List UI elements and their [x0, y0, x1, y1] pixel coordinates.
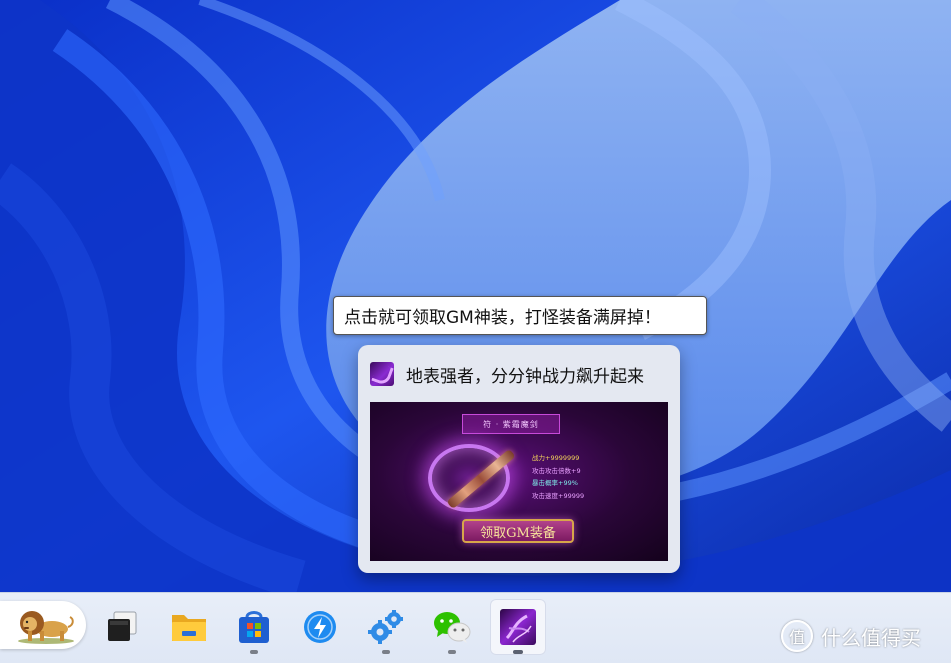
taskbar-task-view[interactable] [94, 599, 150, 655]
purple-game-icon [500, 609, 536, 645]
watermark-logo: 值 [781, 620, 813, 652]
taskbar-thumbnail-preview[interactable]: 地表强者，分分钟战力飙升起来 符 · 紫霜魔剑 战力+9999999 攻击攻击倍… [358, 345, 680, 573]
running-indicator [448, 650, 456, 654]
lightning-icon [304, 611, 336, 643]
taskbar-settings[interactable] [358, 599, 414, 655]
running-indicator [382, 650, 390, 654]
watermark: 值 什么值得买 [781, 619, 921, 653]
folder-icon [172, 615, 206, 641]
wechat-icon [434, 612, 471, 643]
taskbar-file-explorer[interactable] [161, 599, 217, 655]
watermark-text: 什么值得买 [821, 625, 921, 650]
taskbar-game-app[interactable] [490, 599, 546, 655]
stat-line: 攻击速度+99999 [532, 491, 585, 500]
taskbar-microsoft-store[interactable] [226, 599, 282, 655]
gear-icon [368, 610, 403, 644]
stat-line: 攻击攻击倍数+9 [532, 466, 581, 475]
store-icon [239, 611, 269, 643]
running-indicator [513, 650, 523, 654]
taskbar-lightning-app[interactable] [292, 599, 348, 655]
taskbar-wechat[interactable] [424, 599, 480, 655]
preview-thumbnail-image[interactable]: 符 · 紫霜魔剑 战力+9999999 攻击攻击倍数+9 暴击概率+99% 攻击… [370, 402, 668, 561]
thumb-stats: 战力+9999999 攻击攻击倍数+9 暴击概率+99% 攻击速度+99999 [532, 452, 584, 502]
magic-orb-icon [428, 444, 510, 512]
taskbar-tooltip: 点击就可领取GM神装，打怪装备满屏掉！ [333, 296, 707, 335]
stat-line: 暴击概率+99% [532, 479, 578, 487]
preview-window-title: 地表强者，分分钟战力飙升起来 [406, 366, 644, 387]
taskbar-widgets[interactable] [0, 601, 86, 649]
thumb-banner: 符 · 紫霜魔剑 [462, 414, 560, 434]
game-app-icon [370, 362, 394, 386]
running-indicator [250, 650, 258, 654]
lion-icon [18, 611, 74, 644]
claim-gm-equipment-button: 领取GM装备 [462, 519, 574, 543]
task-view-icon [108, 611, 137, 641]
stat-line: 战力+9999999 [532, 454, 580, 462]
tooltip-text: 点击就可领取GM神装，打怪装备满屏掉！ [344, 308, 661, 328]
preview-header: 地表强者，分分钟战力飙升起来 [370, 361, 644, 387]
